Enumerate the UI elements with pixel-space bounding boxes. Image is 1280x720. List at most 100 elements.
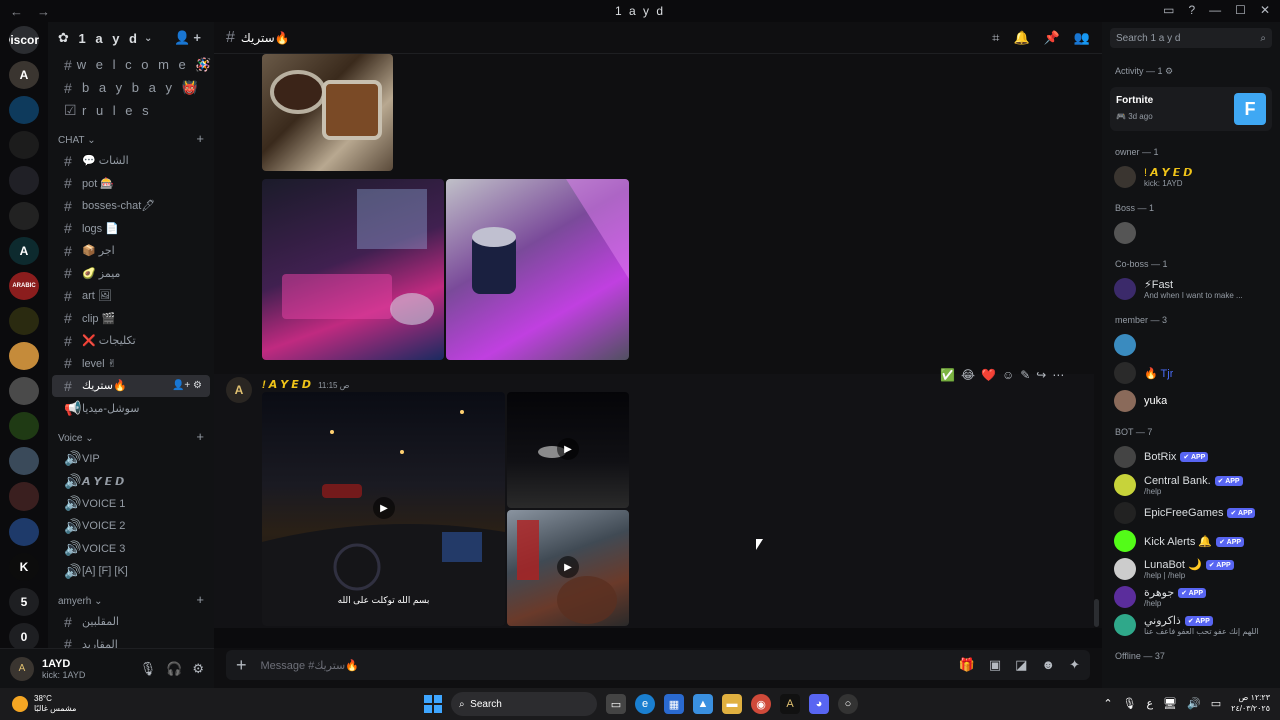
- channel-channels_chat-4[interactable]: # 📦 اجر: [52, 240, 210, 263]
- category-voice[interactable]: Voice ⌄ +: [48, 426, 214, 448]
- server-icon-10[interactable]: [9, 377, 39, 406]
- channel-channels_chat-7[interactable]: # clip 🎬: [52, 307, 210, 330]
- message-input[interactable]: Message #ستريك🔥: [261, 659, 359, 672]
- members-icon[interactable]: 👥: [1074, 30, 1090, 46]
- activity-card[interactable]: Fortnite 🎮 3d ago F: [1110, 87, 1272, 131]
- server-header[interactable]: ✿ 1 a y d ⌄ 👤+: [48, 22, 214, 54]
- add-attachment-icon[interactable]: +: [236, 655, 247, 676]
- bell-icon[interactable]: 🔔: [1013, 30, 1029, 46]
- taskbar-search[interactable]: ⌕ Search: [451, 692, 597, 716]
- search-input[interactable]: Search 1 a y d ⌕: [1110, 28, 1272, 48]
- message-input-box[interactable]: + Message #ستريك🔥 🎁 ▣ ◪ ☻ ✦: [226, 650, 1090, 680]
- server-icon-15[interactable]: K: [9, 552, 39, 581]
- category-amyerh[interactable]: amyerh ⌄ +: [48, 589, 214, 611]
- avatar[interactable]: A: [10, 656, 34, 681]
- pin-icon[interactable]: 📌: [1044, 30, 1060, 46]
- channel-channels_chat-11[interactable]: 📢 سوشل-ميديا: [52, 397, 210, 420]
- reaction-heart[interactable]: ❤️: [981, 368, 996, 382]
- battery-icon[interactable]: ▭: [1211, 697, 1221, 710]
- member-item[interactable]: [1102, 219, 1280, 247]
- channel-channels_chat-2[interactable]: # bosses-chat🖊: [52, 195, 210, 218]
- store-icon[interactable]: ▦: [664, 694, 684, 714]
- photos-icon[interactable]: ▲: [693, 694, 713, 714]
- scrollbar[interactable]: [1094, 599, 1099, 627]
- channel-channels_voice-2[interactable]: 🔊 VOICE 1: [52, 493, 210, 516]
- microphone-icon[interactable]: 🎙: [140, 661, 157, 677]
- channel-channels_voice-4[interactable]: 🔊 VOICE 3: [52, 538, 210, 561]
- clock[interactable]: ١٢:٢٣ ص ٢٤/٠٣/٢٠٢٥: [1231, 692, 1270, 714]
- maximize-icon[interactable]: ☐: [1235, 3, 1246, 17]
- forward-arrow-icon[interactable]: →: [37, 4, 50, 19]
- member-item[interactable]: جوهرة ✔ APP/help: [1102, 583, 1280, 611]
- windows-start-icon[interactable]: [424, 695, 442, 713]
- photo-food[interactable]: [262, 54, 393, 171]
- member-item[interactable]: [1102, 331, 1280, 359]
- channel-channels_chat-8[interactable]: # ❌ تكليجات: [52, 330, 210, 353]
- channel-settings-icon[interactable]: 👤+ ⚙: [172, 380, 202, 391]
- server-icon-9[interactable]: [9, 341, 39, 371]
- sticker-icon[interactable]: ◪: [1015, 657, 1027, 673]
- server-icon-8[interactable]: [9, 306, 39, 335]
- inbox-icon[interactable]: ▭: [1163, 3, 1174, 17]
- member-item[interactable]: Central Bank. ✔ APP/help: [1102, 471, 1280, 499]
- member-item[interactable]: Kick Alerts 🔔 ✔ APP: [1102, 527, 1280, 555]
- minimize-icon[interactable]: —: [1209, 3, 1221, 17]
- server-icon-0[interactable]: Discord: [9, 26, 39, 55]
- weather-widget[interactable]: 38°C مشمس غالبًا: [0, 694, 76, 714]
- server-icon-17[interactable]: 0: [9, 622, 39, 651]
- volume-icon[interactable]: 🔊: [1187, 697, 1201, 710]
- member-item[interactable]: BotRix ✔ APP: [1102, 443, 1280, 471]
- network-icon[interactable]: 🖥: [1163, 697, 1177, 710]
- channel-channels_voice-3[interactable]: 🔊 VOICE 2: [52, 515, 210, 538]
- channel-channels_voice-1[interactable]: 🔊 𝘼 𝙔 𝙀 𝘿: [52, 470, 210, 493]
- member-item[interactable]: ⚡Fast And when I want to make ...: [1102, 275, 1280, 303]
- threads-icon[interactable]: ⌗: [992, 30, 999, 46]
- channel-channels_voice-0[interactable]: 🔊 VIP: [52, 448, 210, 471]
- member-item[interactable]: ! 𝘼 𝙔 𝙀 𝘿kick: 1AYD: [1102, 163, 1280, 191]
- microphone-icon[interactable]: 🎙: [1123, 697, 1137, 710]
- help-icon[interactable]: ?: [1188, 3, 1195, 17]
- server-icon-14[interactable]: [9, 517, 39, 546]
- gift-icon[interactable]: 🎁: [959, 657, 975, 673]
- member-item[interactable]: LunaBot 🌙 ✔ APP/help | /help: [1102, 555, 1280, 583]
- channel-channels_chat-5[interactable]: # 🥑 ميمز: [52, 262, 210, 285]
- task-view-icon[interactable]: ▭: [606, 694, 626, 714]
- close-icon[interactable]: ✕: [1260, 3, 1270, 17]
- apps-icon[interactable]: ✦: [1069, 657, 1080, 673]
- channel-channels_chat-0[interactable]: # 💬 الشات: [52, 150, 210, 173]
- channel-channels_chat-1[interactable]: # pot 🎰: [52, 172, 210, 195]
- emoji-icon[interactable]: ☻: [1041, 657, 1055, 673]
- forward-icon[interactable]: ↪: [1036, 368, 1046, 382]
- member-item[interactable]: 🔥 Tjr: [1102, 359, 1280, 387]
- play-icon[interactable]: ▶: [373, 497, 395, 519]
- member-item[interactable]: ذاكروني ✔ APP اللهم إنك عفو تحب العفو فاعف…: [1102, 611, 1280, 639]
- reaction-check[interactable]: ✅: [940, 368, 955, 382]
- edge-icon[interactable]: e: [635, 694, 655, 714]
- server-icon-3[interactable]: [9, 131, 39, 160]
- message-author[interactable]: ! 𝘼 𝙔 𝙀 𝘿: [262, 379, 311, 391]
- member-item[interactable]: EpicFreeGames ✔ APP: [1102, 499, 1280, 527]
- channel-channels_amyerh-0[interactable]: # المقلبين: [52, 611, 210, 634]
- server-icon-1[interactable]: A: [9, 61, 39, 90]
- reaction-laugh[interactable]: 😂: [961, 368, 975, 382]
- chrome-icon[interactable]: ◉: [751, 694, 771, 714]
- chevron-up-icon[interactable]: ⌃: [1103, 697, 1112, 710]
- member-item[interactable]: yuka: [1102, 387, 1280, 415]
- avatar[interactable]: A: [226, 377, 252, 403]
- play-icon[interactable]: ▶: [557, 438, 579, 460]
- file-explorer-icon[interactable]: ▬: [722, 694, 742, 714]
- channel-channels_top-2[interactable]: ☑ r u l e s: [52, 99, 210, 122]
- server-icon-11[interactable]: [9, 412, 39, 441]
- server-icon-6[interactable]: A: [9, 236, 39, 265]
- channel-channels_amyerh-1[interactable]: # المقاريد: [52, 633, 210, 648]
- channel-channels_top-1[interactable]: # b a y b a y 👹: [52, 77, 210, 100]
- add-channel-icon[interactable]: +: [196, 131, 204, 146]
- channel-channels_chat-6[interactable]: # art 🖼: [52, 285, 210, 308]
- server-icon-12[interactable]: [9, 447, 39, 476]
- app-a-icon[interactable]: A: [780, 694, 800, 714]
- server-icon-4[interactable]: [9, 166, 39, 195]
- back-arrow-icon[interactable]: ←: [10, 4, 23, 19]
- server-icon-2[interactable]: [9, 96, 39, 125]
- category-chat[interactable]: CHAT ⌄ +: [48, 128, 214, 150]
- server-icon-7[interactable]: ARABIC: [9, 271, 39, 300]
